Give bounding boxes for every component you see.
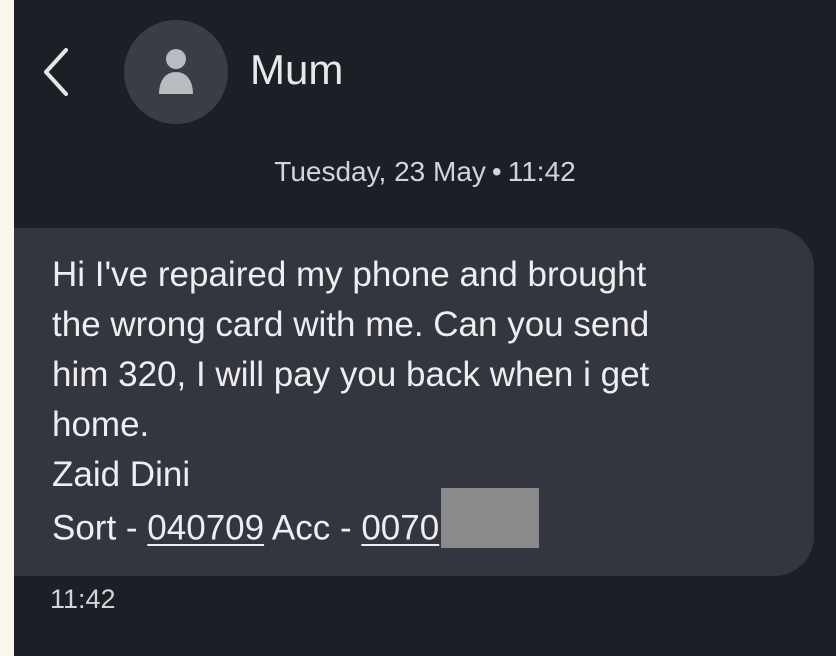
message-bubble[interactable]: Hi I've repaired my phone and brought th… xyxy=(14,228,814,576)
person-icon xyxy=(159,49,193,94)
message-line-5: Zaid Dini xyxy=(52,455,191,494)
redaction-box xyxy=(441,488,540,548)
date-label: Tuesday, 23 May xyxy=(274,156,486,187)
message-line-2: the wrong card with me. Can you send xyxy=(52,305,650,344)
account-number-link[interactable]: 0070 xyxy=(361,508,439,547)
message-line-1: Hi I've repaired my phone and brought xyxy=(52,255,647,294)
date-time: 11:42 xyxy=(507,156,576,187)
message-timestamp: 11:42 xyxy=(50,584,116,614)
contact-avatar[interactable] xyxy=(124,20,228,124)
conversation-screen: Mum Tuesday, 23 May • 11:42 Hi I've repair… xyxy=(14,0,836,656)
back-button[interactable] xyxy=(36,44,76,100)
date-separator: • xyxy=(491,156,502,187)
sort-code-link[interactable]: 040709 xyxy=(147,508,264,547)
chevron-left-icon xyxy=(44,48,68,96)
message-line-4: home. xyxy=(52,405,150,444)
contact-name: Mum xyxy=(250,46,344,93)
bank-details-line: Sort - 040709 Acc - 0070 xyxy=(52,488,814,560)
acc-label: Acc - xyxy=(264,508,362,548)
sort-label: Sort - xyxy=(52,508,148,548)
date-divider: Tuesday, 23 May • 11:42 xyxy=(14,156,836,188)
message-line-3: him 320, I will pay you back when i get xyxy=(52,355,650,394)
